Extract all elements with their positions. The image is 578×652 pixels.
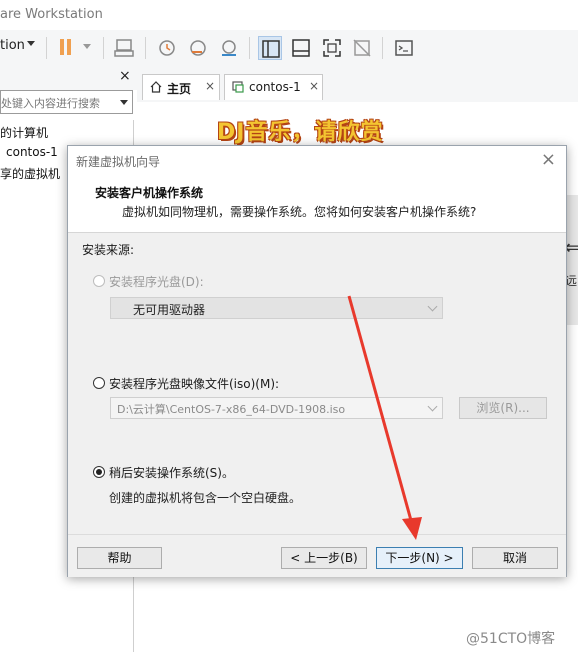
back-button[interactable]: < 上一步(B) bbox=[281, 547, 367, 569]
help-button[interactable]: 帮助 bbox=[77, 547, 162, 569]
new-vm-wizard-dialog: 新建虚拟机向导 × 安装客户机操作系统 虚拟机如同物理机，需要操作系统。您将如何… bbox=[67, 145, 567, 577]
close-icon[interactable]: × bbox=[309, 79, 319, 93]
library-header: × bbox=[0, 66, 137, 90]
close-icon[interactable]: × bbox=[119, 68, 131, 84]
iso-path-input[interactable]: D:\云计算\CentOS-7-x86_64-DVD-1908.iso bbox=[110, 397, 443, 419]
tree-item-my-computer[interactable]: 的计算机 bbox=[0, 124, 48, 141]
toolbar-divider bbox=[103, 37, 104, 59]
toolbar: tion bbox=[0, 30, 578, 67]
chevron-down-icon[interactable] bbox=[27, 41, 35, 46]
chevron-down-icon[interactable] bbox=[120, 100, 128, 105]
library-view-icon[interactable] bbox=[258, 36, 282, 60]
vm-icon bbox=[231, 80, 245, 94]
home-icon bbox=[149, 80, 163, 94]
revert-snapshot-icon[interactable] bbox=[186, 36, 210, 60]
toolbar-divider bbox=[145, 37, 146, 59]
search-placeholder: 处键入内容进行搜索 bbox=[1, 97, 100, 110]
iso-radio[interactable] bbox=[93, 377, 105, 389]
unity-icon[interactable] bbox=[350, 36, 374, 60]
close-icon[interactable]: × bbox=[541, 149, 556, 170]
tab-vm[interactable]: contos-1 × bbox=[224, 74, 323, 100]
toolbar-divider bbox=[382, 37, 383, 59]
dialog-body: 安装来源: 安装程序光盘(D): 无可用驱动器 安装程序光盘映像文件(iso)(… bbox=[68, 232, 566, 535]
install-later-note: 创建的虚拟机将包含一个空白硬盘。 bbox=[109, 491, 302, 505]
tab-label: contos-1 bbox=[249, 80, 301, 94]
chevron-down-icon bbox=[427, 401, 438, 412]
title-bar: are Workstation bbox=[0, 0, 578, 30]
console-icon[interactable] bbox=[392, 36, 416, 60]
browse-button[interactable]: 浏览(R)... bbox=[459, 397, 547, 419]
tab-label: 主页 bbox=[167, 82, 192, 96]
cancel-button[interactable]: 取消 bbox=[472, 547, 558, 569]
iso-option-label: 安装程序光盘映像文件(iso)(M): bbox=[109, 377, 280, 391]
disc-radio[interactable] bbox=[93, 275, 105, 287]
close-icon[interactable]: × bbox=[205, 79, 215, 93]
install-later-radio[interactable] bbox=[93, 466, 105, 478]
toolbar-divider bbox=[249, 37, 250, 59]
window-title: are Workstation bbox=[0, 7, 103, 22]
watermark: @51CTO博客 bbox=[466, 631, 556, 647]
library-search-input[interactable]: 处键入内容进行搜索 bbox=[0, 90, 133, 114]
send-keys-icon[interactable] bbox=[112, 36, 136, 60]
iso-path-value: D:\云计算\CentOS-7-x86_64-DVD-1908.iso bbox=[117, 403, 346, 416]
music-banner: DJ音乐，请欣赏 bbox=[217, 120, 384, 145]
tree-item-vm[interactable]: contos-1 bbox=[6, 145, 58, 159]
tab-bar: 主页 × contos-1 × bbox=[137, 66, 578, 103]
snapshot-icon[interactable] bbox=[155, 36, 179, 60]
tab-home[interactable]: 主页 × bbox=[142, 74, 220, 100]
power-action-button[interactable]: tion bbox=[0, 38, 25, 53]
disc-drive-value: 无可用驱动器 bbox=[133, 303, 206, 317]
dialog-footer: 帮助 < 上一步(B) 下一步(N) > 取消 bbox=[68, 534, 566, 577]
disc-option-label: 安装程序光盘(D): bbox=[109, 275, 204, 289]
toolbar-divider bbox=[46, 37, 47, 59]
install-source-label: 安装来源: bbox=[82, 243, 135, 257]
step-description: 虚拟机如同物理机，需要操作系统。您将如何安装客户机操作系统? bbox=[122, 205, 477, 219]
disc-drive-select[interactable]: 无可用驱动器 bbox=[110, 297, 443, 319]
install-later-label: 稍后安装操作系统(S)。 bbox=[109, 466, 234, 480]
dialog-title: 新建虚拟机向导 bbox=[76, 155, 161, 169]
manage-snapshots-icon[interactable] bbox=[217, 36, 241, 60]
chevron-down-icon bbox=[427, 301, 438, 312]
tree-item-shared-vms[interactable]: 享的虚拟机 bbox=[0, 165, 60, 182]
step-title: 安装客户机操作系统 bbox=[95, 186, 204, 200]
fullscreen-icon[interactable] bbox=[320, 36, 344, 60]
next-button[interactable]: 下一步(N) > bbox=[376, 547, 463, 569]
thumbnail-view-icon[interactable] bbox=[289, 36, 313, 60]
chevron-down-icon[interactable] bbox=[83, 44, 91, 49]
pause-icon[interactable] bbox=[60, 39, 72, 55]
